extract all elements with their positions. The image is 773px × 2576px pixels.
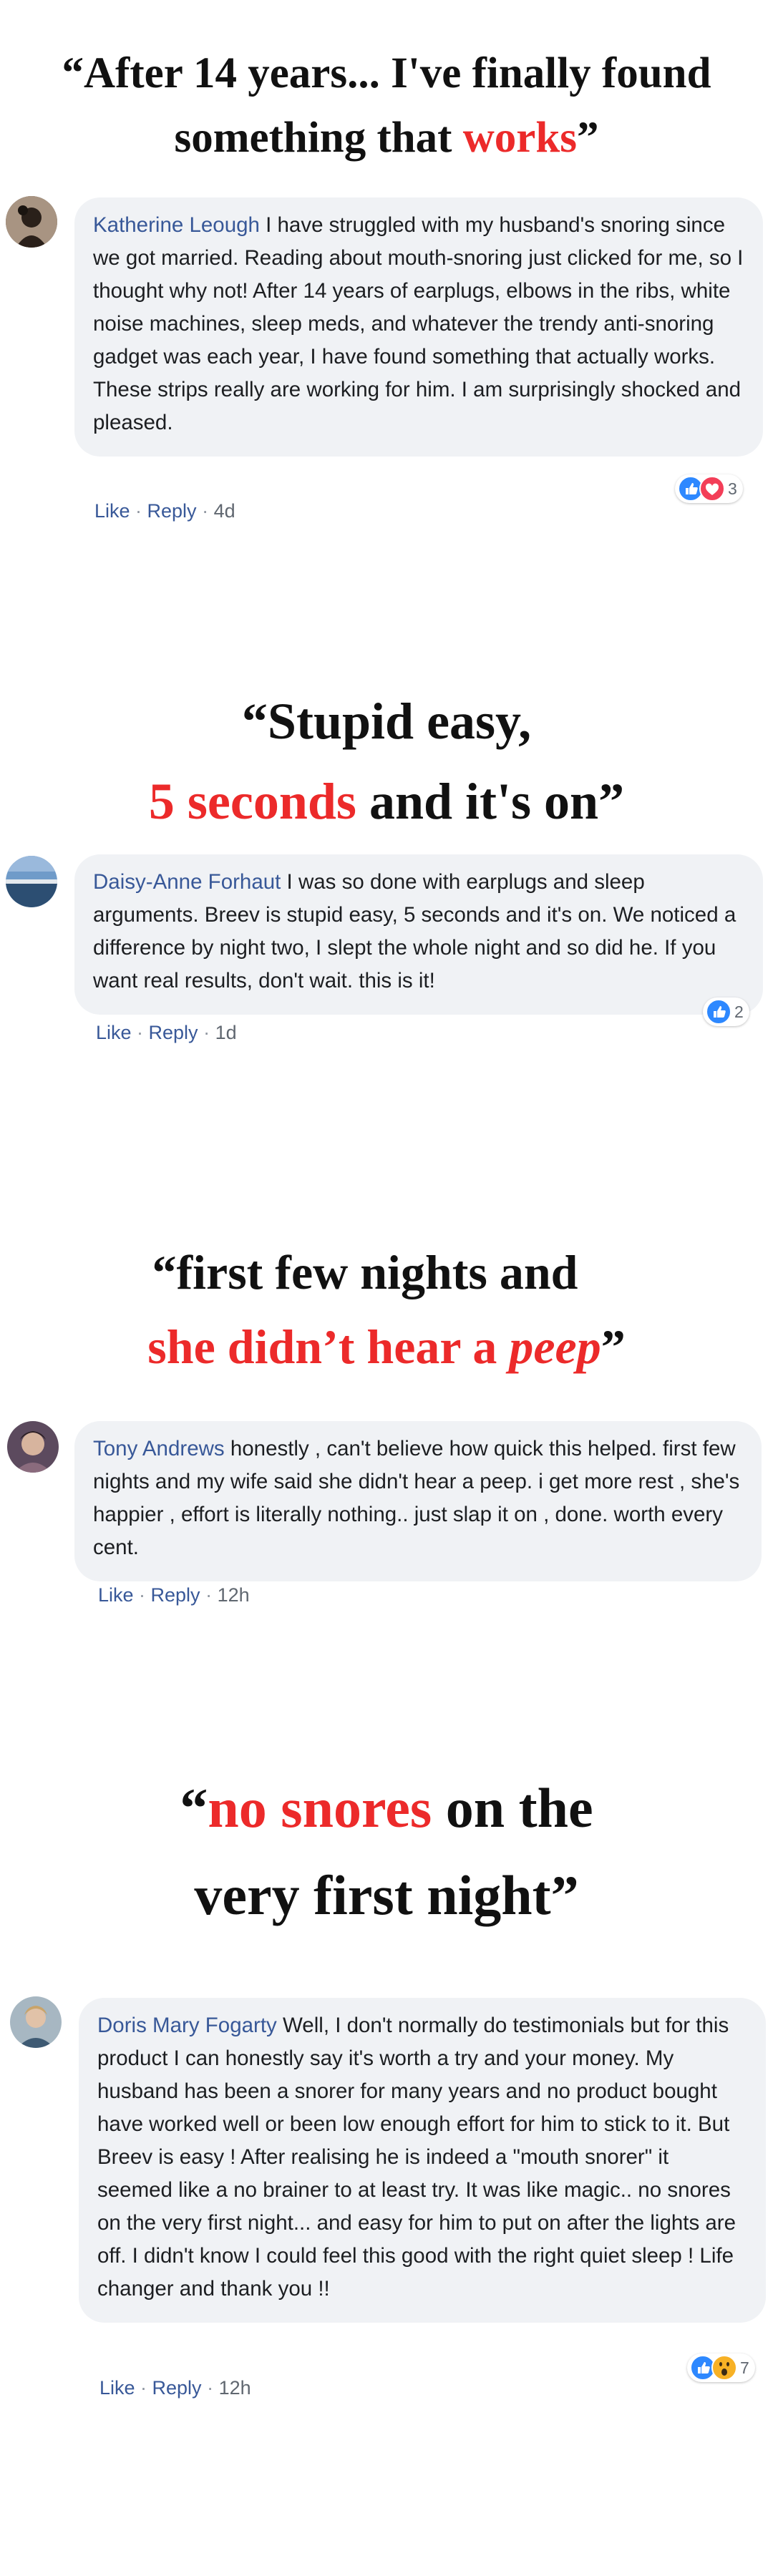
like-link[interactable]: Like: [96, 1022, 132, 1043]
headline-3: “first few nights and she didn’t hear a …: [147, 1245, 626, 1374]
highlight-text: no snores: [208, 1777, 432, 1839]
love-icon: [699, 476, 725, 502]
like-icon: [706, 999, 731, 1025]
wow-icon: [711, 2355, 737, 2381]
comment-bubble: Doris Mary Fogarty Well, I don't normall…: [79, 1998, 766, 2323]
reactions-summary[interactable]: 7: [687, 2353, 755, 2382]
reply-link[interactable]: Reply: [152, 2377, 202, 2399]
like-link[interactable]: Like: [98, 1584, 134, 1606]
highlight-text: 5 seconds: [148, 773, 356, 830]
comment-author[interactable]: Daisy-Anne Forhaut: [93, 870, 281, 894]
reactions-summary[interactable]: 3: [675, 474, 743, 503]
comment-actions: Like · Reply · 4d: [94, 500, 235, 522]
like-link[interactable]: Like: [99, 2377, 135, 2399]
highlight-text: works: [462, 114, 578, 162]
avatar[interactable]: [10, 1996, 62, 2048]
avatar[interactable]: [7, 1421, 59, 1473]
comment-actions: Like · Reply · 12h: [98, 1584, 250, 1606]
comment-actions: Like · Reply · 12h: [99, 2377, 251, 2399]
comment-author[interactable]: Doris Mary Fogarty: [97, 2014, 277, 2037]
headline-4: “no snores on the very first night”: [180, 1777, 593, 1926]
comment-timestamp[interactable]: 1d: [215, 1022, 237, 1043]
highlight-text: she didn’t hear a: [147, 1319, 510, 1374]
reply-link[interactable]: Reply: [151, 1584, 200, 1606]
reactions-summary[interactable]: 2: [703, 997, 749, 1026]
like-link[interactable]: Like: [94, 500, 130, 522]
reaction-count: 3: [728, 479, 737, 498]
reaction-count: 7: [740, 2358, 749, 2377]
comment-author[interactable]: Katherine Leough: [93, 213, 260, 237]
headline-1: “After 14 years... I've finally found so…: [62, 49, 711, 162]
comment-text: Well, I don't normally do testimonials b…: [97, 2014, 736, 2301]
comment-timestamp[interactable]: 4d: [214, 500, 235, 522]
avatar[interactable]: [6, 856, 57, 907]
headline-2: “Stupid easy, 5 seconds and it's on”: [148, 693, 625, 830]
comment-actions: Like · Reply · 1d: [96, 1022, 237, 1043]
comment-text: I have struggled with my husband's snori…: [93, 213, 744, 434]
comment-timestamp[interactable]: 12h: [219, 2377, 251, 2399]
reply-link[interactable]: Reply: [147, 500, 197, 522]
reaction-count: 2: [734, 1002, 744, 1021]
comment-bubble: Daisy-Anne Forhaut I was so done with ea…: [74, 854, 763, 1015]
avatar[interactable]: [6, 196, 57, 248]
comment-bubble: Katherine Leough I have struggled with m…: [74, 197, 763, 457]
reply-link[interactable]: Reply: [149, 1022, 198, 1043]
comment-bubble: Tony Andrews honestly , can't believe ho…: [74, 1421, 762, 1581]
comment-timestamp[interactable]: 12h: [218, 1584, 250, 1606]
comment-author[interactable]: Tony Andrews: [93, 1437, 225, 1460]
